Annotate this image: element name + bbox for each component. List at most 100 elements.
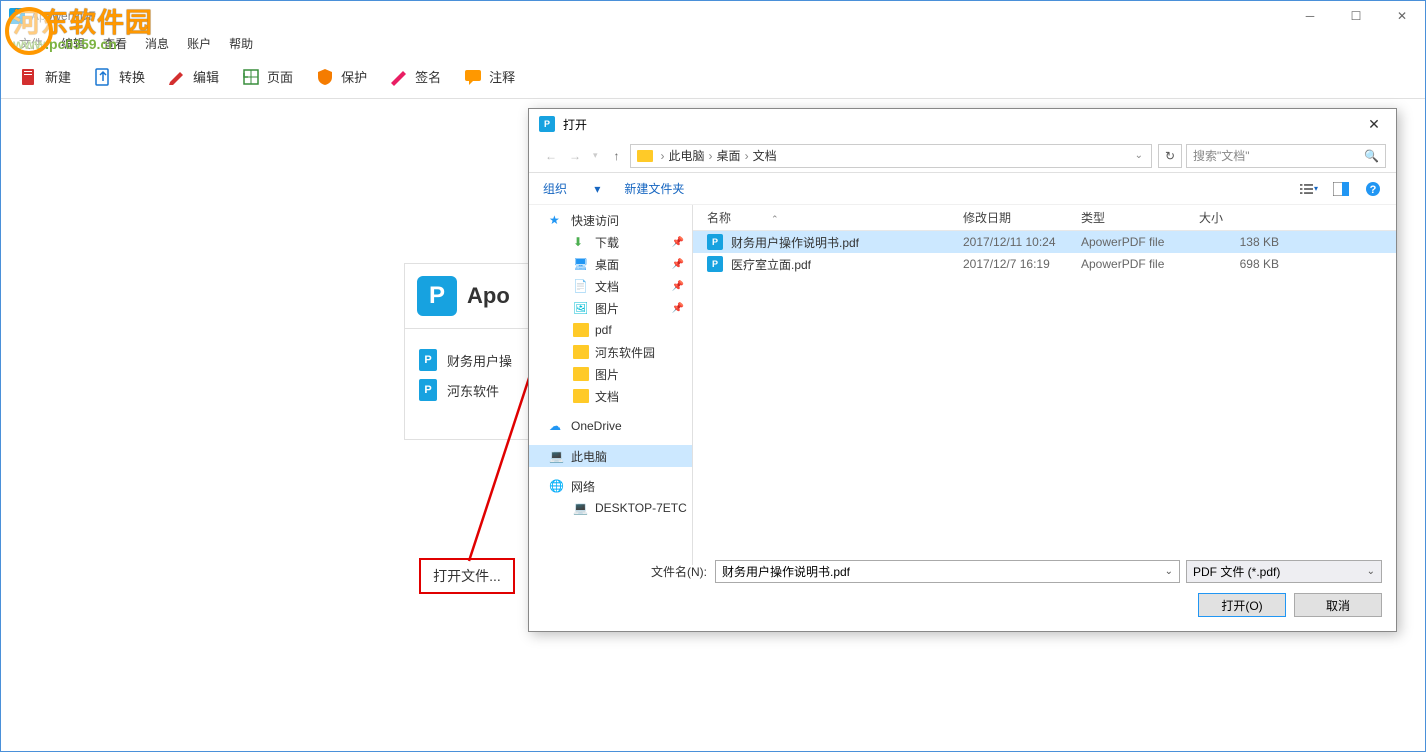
col-size[interactable]: 大小 xyxy=(1199,209,1279,226)
app-icon: P xyxy=(9,8,25,24)
menu-bar: 文件 编辑 查看 消息 账户 帮助 xyxy=(1,31,1425,55)
chevron-down-icon[interactable]: ⌄ xyxy=(1367,566,1375,577)
pdf-file-icon: P xyxy=(707,234,723,250)
refresh-button[interactable]: ↻ xyxy=(1158,144,1182,168)
tree-thispc[interactable]: 💻此电脑 xyxy=(529,445,692,467)
tool-comment-label: 注释 xyxy=(489,67,515,86)
minimize-button[interactable]: ─ xyxy=(1287,1,1333,31)
filetype-value: PDF 文件 (*.pdf) xyxy=(1193,563,1280,580)
tool-sign-label: 签名 xyxy=(415,67,441,86)
new-folder-button[interactable]: 新建文件夹 xyxy=(624,180,684,197)
open-dialog: P 打开 ✕ ← → ▾ ↑ › 此电脑 › 桌面 › 文档 ⌄ ↻ 搜索"文档… xyxy=(528,108,1397,632)
maximize-button[interactable]: ☐ xyxy=(1333,1,1379,31)
tree-downloads[interactable]: ⬇下载📌 xyxy=(529,231,692,253)
download-icon: ⬇ xyxy=(573,235,589,249)
recent-item-label: 财务用户操 xyxy=(447,351,512,370)
folder-icon xyxy=(573,323,589,337)
filetype-select[interactable]: PDF 文件 (*.pdf) ⌄ xyxy=(1186,560,1382,583)
tool-sign[interactable]: 签名 xyxy=(389,67,441,87)
network-icon: 🌐 xyxy=(549,479,565,493)
nav-back-button[interactable]: ← xyxy=(545,149,557,163)
tool-new-label: 新建 xyxy=(45,67,71,86)
file-list: 名称⌃ 修改日期 类型 大小 P 财务用户操作说明书.pdf 2017/12/1… xyxy=(693,205,1396,565)
sort-indicator-icon: ⌃ xyxy=(771,214,779,224)
tool-convert[interactable]: 转换 xyxy=(93,67,145,87)
menu-message[interactable]: 消息 xyxy=(145,35,169,52)
dialog-close-button[interactable]: ✕ xyxy=(1352,109,1396,139)
tree-quick-access[interactable]: ★快速访问 xyxy=(529,209,692,231)
tree-desktop[interactable]: 🖥桌面📌 xyxy=(529,253,692,275)
cloud-icon: ☁ xyxy=(549,419,565,433)
tool-protect-label: 保护 xyxy=(341,67,367,86)
search-placeholder: 搜索"文档" xyxy=(1193,147,1250,164)
tree-onedrive[interactable]: ☁OneDrive xyxy=(529,415,692,437)
close-button[interactable]: ✕ xyxy=(1379,1,1425,31)
tool-new[interactable]: 新建 xyxy=(19,67,71,87)
tool-edit[interactable]: 编辑 xyxy=(167,67,219,87)
breadcrumb[interactable]: › 此电脑 › 桌面 › 文档 ⌄ xyxy=(630,144,1152,168)
tool-comment[interactable]: 注释 xyxy=(463,67,515,87)
col-type[interactable]: 类型 xyxy=(1081,209,1199,226)
nav-forward-button[interactable]: → xyxy=(569,149,581,163)
filename-label: 文件名(N): xyxy=(543,563,715,580)
tool-page[interactable]: 页面 xyxy=(241,67,293,87)
open-button[interactable]: 打开(O) xyxy=(1198,593,1286,617)
file-list-header: 名称⌃ 修改日期 类型 大小 xyxy=(693,205,1396,231)
tree-documents2-folder[interactable]: 文档 xyxy=(529,385,692,407)
app-logo: P xyxy=(417,276,457,316)
breadcrumb-segment[interactable]: 此电脑 xyxy=(669,147,705,164)
tree-hedong-folder[interactable]: 河东软件园 xyxy=(529,341,692,363)
folder-icon xyxy=(637,150,653,162)
tree-pictures[interactable]: 🖼图片📌 xyxy=(529,297,692,319)
pin-icon: 📌 xyxy=(672,237,684,248)
nav-up-button[interactable]: ↑ xyxy=(614,149,620,163)
pdf-icon: P xyxy=(419,379,437,401)
file-name: 医疗室立面.pdf xyxy=(731,256,963,273)
help-button[interactable]: ? xyxy=(1364,180,1382,198)
cancel-button[interactable]: 取消 xyxy=(1294,593,1382,617)
view-mode-button[interactable]: ▾ xyxy=(1300,180,1318,198)
search-input[interactable]: 搜索"文档" 🔍 xyxy=(1186,144,1386,168)
chevron-down-icon[interactable]: ⌄ xyxy=(1165,566,1173,577)
col-date[interactable]: 修改日期 xyxy=(963,209,1081,226)
menu-account[interactable]: 账户 xyxy=(187,35,211,52)
folder-icon xyxy=(573,367,589,381)
folder-tree: ★快速访问 ⬇下载📌 🖥桌面📌 📄文档📌 🖼图片📌 pdf 河东软件园 图片 文… xyxy=(529,205,693,565)
file-row[interactable]: P 医疗室立面.pdf 2017/12/7 16:19 ApowerPDF fi… xyxy=(693,253,1396,275)
breadcrumb-segment[interactable]: 文档 xyxy=(753,147,777,164)
breadcrumb-dropdown[interactable]: ⌄ xyxy=(1135,150,1143,161)
filename-value: 财务用户操作说明书.pdf xyxy=(722,563,850,580)
menu-edit[interactable]: 编辑 xyxy=(61,35,85,52)
preview-pane-button[interactable] xyxy=(1332,180,1350,198)
file-date: 2017/12/7 16:19 xyxy=(963,257,1081,271)
star-icon: ★ xyxy=(549,213,565,227)
dialog-title: 打开 xyxy=(563,116,587,133)
pin-icon: 📌 xyxy=(672,303,684,314)
filename-input[interactable]: 财务用户操作说明书.pdf ⌄ xyxy=(715,560,1180,583)
tool-protect[interactable]: 保护 xyxy=(315,67,367,87)
menu-file[interactable]: 文件 xyxy=(19,35,43,52)
title-bar: P ApowerPDF ─ ☐ ✕ xyxy=(1,1,1425,31)
open-file-button[interactable]: 打开文件... xyxy=(419,558,515,594)
tree-pdf-folder[interactable]: pdf xyxy=(529,319,692,341)
pc-icon: 💻 xyxy=(549,449,565,463)
tree-network[interactable]: 🌐网络 xyxy=(529,475,692,497)
breadcrumb-segment[interactable]: 桌面 xyxy=(717,147,741,164)
organize-button[interactable]: 组织 ▾ xyxy=(543,180,600,197)
pdf-icon: P xyxy=(419,349,437,371)
nav-history-dropdown[interactable]: ▾ xyxy=(593,150,598,161)
tree-pictures2-folder[interactable]: 图片 xyxy=(529,363,692,385)
tree-documents[interactable]: 📄文档📌 xyxy=(529,275,692,297)
menu-view[interactable]: 查看 xyxy=(103,35,127,52)
tree-desktop-pc[interactable]: 💻DESKTOP-7ETC xyxy=(529,497,692,519)
tool-convert-label: 转换 xyxy=(119,67,145,86)
file-type: ApowerPDF file xyxy=(1081,235,1199,249)
col-name[interactable]: 名称⌃ xyxy=(707,209,963,226)
desktop-icon: 🖥 xyxy=(573,257,589,271)
dialog-app-icon: P xyxy=(539,116,555,132)
menu-help[interactable]: 帮助 xyxy=(229,35,253,52)
pin-icon: 📌 xyxy=(672,281,684,292)
file-row[interactable]: P 财务用户操作说明书.pdf 2017/12/11 10:24 ApowerP… xyxy=(693,231,1396,253)
pc-icon: 💻 xyxy=(573,501,589,515)
file-size: 698 KB xyxy=(1199,257,1279,271)
